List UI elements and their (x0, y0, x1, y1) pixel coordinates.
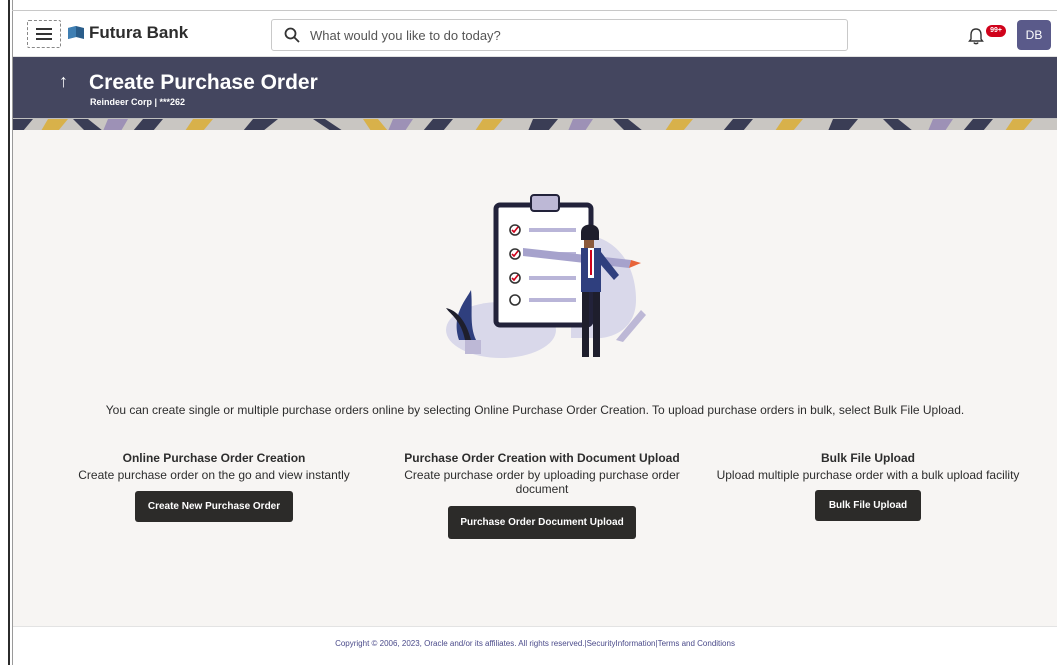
menu-button[interactable] (27, 20, 61, 48)
app-window: Futura Bank 99+ DB ↑ Create Purchase Ord… (0, 0, 1057, 665)
intro-text: You can create single or multiple purcha… (105, 403, 965, 417)
search-bar[interactable] (271, 19, 848, 51)
page-footer: Copyright © 2006, 2023, Oracle and/or it… (13, 626, 1057, 665)
option-description: Create purchase order on the go and view… (78, 468, 350, 482)
main-content: You can create single or multiple purcha… (13, 130, 1057, 626)
option-document-upload: Purchase Order Creation with Document Up… (393, 451, 691, 539)
page-title: Create Purchase Order (89, 71, 318, 94)
option-description: Create purchase order by uploading purch… (404, 468, 680, 496)
option-title: Purchase Order Creation with Document Up… (404, 451, 680, 465)
back-arrow-icon[interactable]: ↑ (59, 71, 68, 92)
create-new-purchase-order-button[interactable]: Create New Purchase Order (134, 491, 294, 522)
clipboard-illustration (446, 194, 646, 358)
option-description: Upload multiple purchase order with a bu… (716, 468, 1020, 482)
header-pattern-strip (13, 118, 1057, 130)
purchase-order-document-upload-button[interactable]: Purchase Order Document Upload (448, 506, 636, 539)
bulk-file-upload-button[interactable]: Bulk File Upload (814, 490, 922, 521)
search-icon (284, 27, 300, 43)
option-title: Bulk File Upload (820, 451, 915, 465)
page-header: ↑ Create Purchase Order Reindeer Corp | … (13, 57, 1057, 118)
brand-name[interactable]: Futura Bank (89, 23, 188, 43)
bell-icon[interactable] (968, 27, 984, 45)
window-edge (8, 0, 10, 665)
top-navigation-bar: Futura Bank 99+ DB (13, 11, 1057, 57)
bank-logo-icon[interactable] (67, 25, 85, 41)
option-online-creation: Online Purchase Order Creation Create pu… (65, 451, 363, 522)
page-subtitle: Reindeer Corp | ***262 (90, 97, 186, 107)
footer-copyright[interactable]: Copyright © 2006, 2023, Oracle and/or it… (13, 639, 1057, 648)
user-avatar[interactable]: DB (1017, 20, 1051, 50)
option-bulk-upload: Bulk File Upload Upload multiple purchas… (709, 451, 1027, 521)
hamburger-icon (36, 28, 52, 40)
option-title: Online Purchase Order Creation (122, 451, 306, 465)
notification-badge: 99+ (986, 25, 1006, 37)
search-input[interactable] (310, 27, 830, 43)
